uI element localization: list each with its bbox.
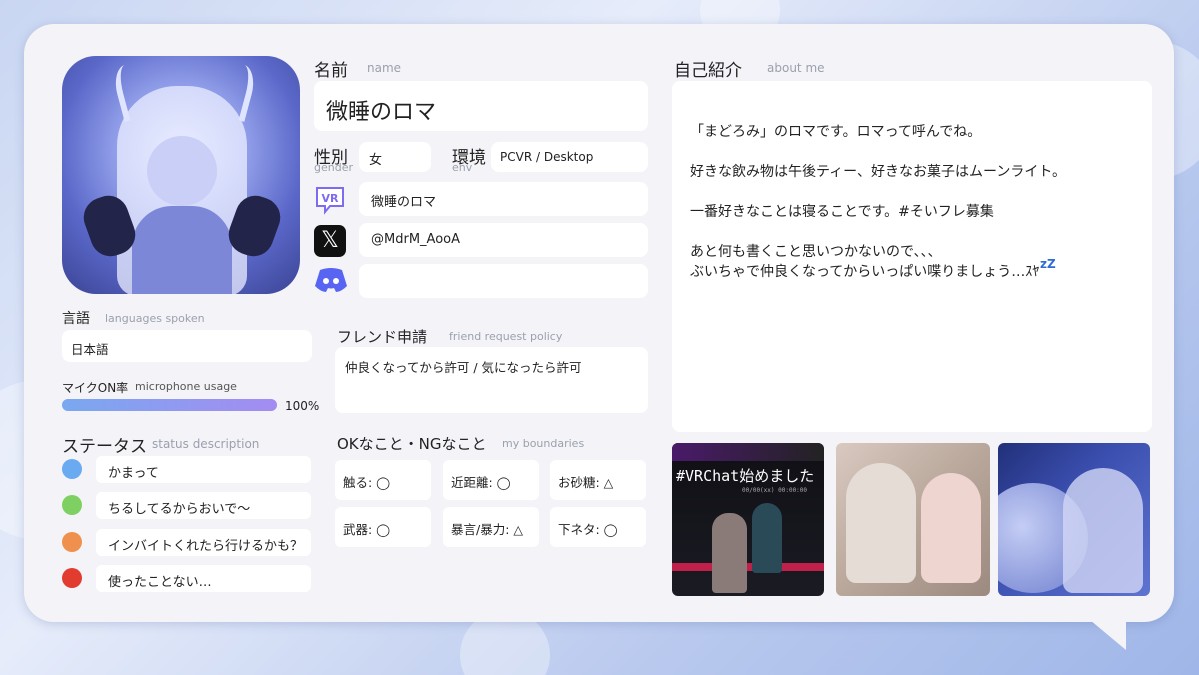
boundaries-label: OKなこと・NGなこと <box>337 435 487 453</box>
boundary-item: 下ネタ: ◯ <box>550 507 646 547</box>
avatar-horn <box>110 61 154 122</box>
about-line-2: 好きな飲み物は午後ティー、好きなお菓子はムーンライト。 <box>690 164 1067 180</box>
boundaries-label-en: my boundaries <box>502 437 585 450</box>
avatar-face <box>147 136 217 206</box>
discord-icon <box>315 268 347 292</box>
discord-field <box>359 264 648 298</box>
env-field: PCVR / Desktop <box>491 142 648 172</box>
status-item-text: インバイトくれたら行けるかも？ <box>108 539 304 554</box>
thumbnail-title: #VRChat始めました <box>676 467 815 485</box>
boundary-item: 武器: ◯ <box>335 507 431 547</box>
mic-progress-bar <box>62 399 277 411</box>
vrchat-name-value: 微睡のロマ <box>371 195 437 210</box>
boundary-item: 近距離: ◯ <box>443 460 539 500</box>
friend-label-en: friend request policy <box>449 330 563 343</box>
sleep-zz-icon: zZ <box>1040 257 1056 271</box>
thumbnail-stripe <box>672 563 824 571</box>
friend-label: フレンド申請 <box>337 328 428 346</box>
status-item: かまって <box>96 456 311 483</box>
mic-label: マイクON率 <box>62 381 129 395</box>
x-handle-value: @MdrM_AooA <box>371 232 460 247</box>
friend-policy-field: 仲良くなってから許可 / 気になったら許可 <box>335 347 648 413</box>
status-item-text: 使ったことない… <box>108 575 212 590</box>
profile-card: 名前 name 微睡のロマ 性別 gender 女 環境 env PCVR / … <box>24 24 1174 622</box>
boundary-item: 暴言/暴力: △ <box>443 507 539 547</box>
status-item-text: かまって <box>108 466 159 481</box>
boundary-item-text: 触る: ◯ <box>343 475 391 490</box>
about-line-1: 「まどろみ」のロマです。ロマって呼んでね。 <box>690 124 982 140</box>
mic-value: 100% <box>285 399 320 413</box>
name-field: 微睡のロマ <box>314 81 648 131</box>
boundary-item-text: 暴言/暴力: △ <box>451 522 524 537</box>
status-label: ステータス <box>62 437 147 457</box>
name-label-en: name <box>367 61 402 75</box>
status-item: 使ったことない… <box>96 565 311 592</box>
about-field: 「まどろみ」のロマです。ロマって呼んでね。 好きな飲み物は午後ティー、好きなお菓… <box>672 81 1152 432</box>
boundary-item-text: 下ネタ: ◯ <box>558 522 618 537</box>
boundary-item-text: 近距離: ◯ <box>451 475 511 490</box>
thumbnail-character <box>846 463 916 583</box>
vrchat-icon-text: VR <box>322 192 340 205</box>
mic-label-en: microphone usage <box>135 380 237 393</box>
status-label-en: status description <box>152 437 260 451</box>
status-color-dot <box>62 459 82 479</box>
thumbnail-moon <box>998 443 1150 596</box>
thumbnail-subtitle: 00/00(xx) 00:00:00 <box>742 487 808 494</box>
boundary-item-text: お砂糖: △ <box>558 475 614 490</box>
gender-label-en: gender <box>314 161 353 174</box>
language-field: 日本語 <box>62 330 312 362</box>
vrchat-name-field: 微睡のロマ <box>359 182 648 216</box>
language-label-en: languages spoken <box>105 312 205 325</box>
speech-bubble-tail <box>1090 620 1126 650</box>
env-label-en: env <box>452 161 473 174</box>
thumbnail-vrchat-start: #VRChat始めました 00/00(xx) 00:00:00 <box>672 443 824 596</box>
name-label: 名前 <box>314 61 348 81</box>
vrchat-icon: VR <box>316 187 344 215</box>
env-value: PCVR / Desktop <box>500 150 594 164</box>
x-handle-field: @MdrM_AooA <box>359 223 648 257</box>
status-item: ちるしてるからおいで〜 <box>96 492 311 519</box>
status-color-dot <box>62 568 82 588</box>
boundary-item: 触る: ◯ <box>335 460 431 500</box>
thumbnail-character <box>1063 468 1143 593</box>
thumbnail-two-friends <box>836 443 990 596</box>
boundary-item: お砂糖: △ <box>550 460 646 500</box>
about-line-3: 一番好きなことは寝ることです。#そいフレ募集 <box>690 204 994 220</box>
friend-policy-value: 仲良くなってから許可 / 気になったら許可 <box>345 360 582 375</box>
avatar <box>62 56 300 294</box>
thumbnail-banner <box>672 443 824 461</box>
about-label-en: about me <box>767 61 825 75</box>
thumbnail-character <box>712 513 747 593</box>
name-value: 微睡のロマ <box>326 100 437 125</box>
language-value: 日本語 <box>71 342 109 357</box>
gender-field: 女 <box>359 142 431 172</box>
thumbnail-character <box>921 473 981 583</box>
mic-progress-fill <box>62 399 277 411</box>
gender-value: 女 <box>369 153 383 168</box>
language-label: 言語 <box>62 311 90 327</box>
about-line-5: ぶいちゃで仲良くなってからいっぱい喋りましょう…ｽﾔ <box>690 264 1040 280</box>
about-line-4: あと何も書くこと思いつかないので、、、 <box>690 244 942 260</box>
status-color-dot <box>62 495 82 515</box>
status-item-text: ちるしてるからおいで〜 <box>108 502 251 517</box>
status-item: インバイトくれたら行けるかも？ <box>96 529 311 556</box>
thumbnail-character <box>752 503 782 573</box>
status-color-dot <box>62 532 82 552</box>
boundary-item-text: 武器: ◯ <box>343 522 391 537</box>
about-label: 自己紹介 <box>674 61 742 81</box>
x-logo-icon: 𝕏 <box>314 225 346 257</box>
avatar-body <box>132 206 232 294</box>
avatar-horn <box>215 61 259 122</box>
